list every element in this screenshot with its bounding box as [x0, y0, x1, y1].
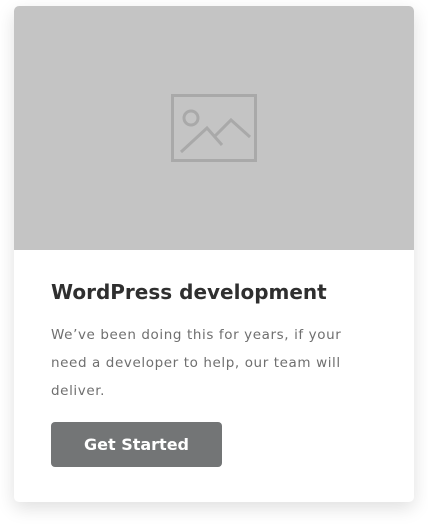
image-placeholder-icon — [171, 94, 257, 162]
service-card: WordPress development We’ve been doing t… — [14, 6, 414, 502]
card-title: WordPress development — [51, 280, 327, 304]
card-description: We’ve been doing this for years, if your… — [51, 327, 342, 399]
get-started-button[interactable]: Get Started — [51, 422, 222, 467]
card-image-placeholder — [14, 6, 414, 250]
